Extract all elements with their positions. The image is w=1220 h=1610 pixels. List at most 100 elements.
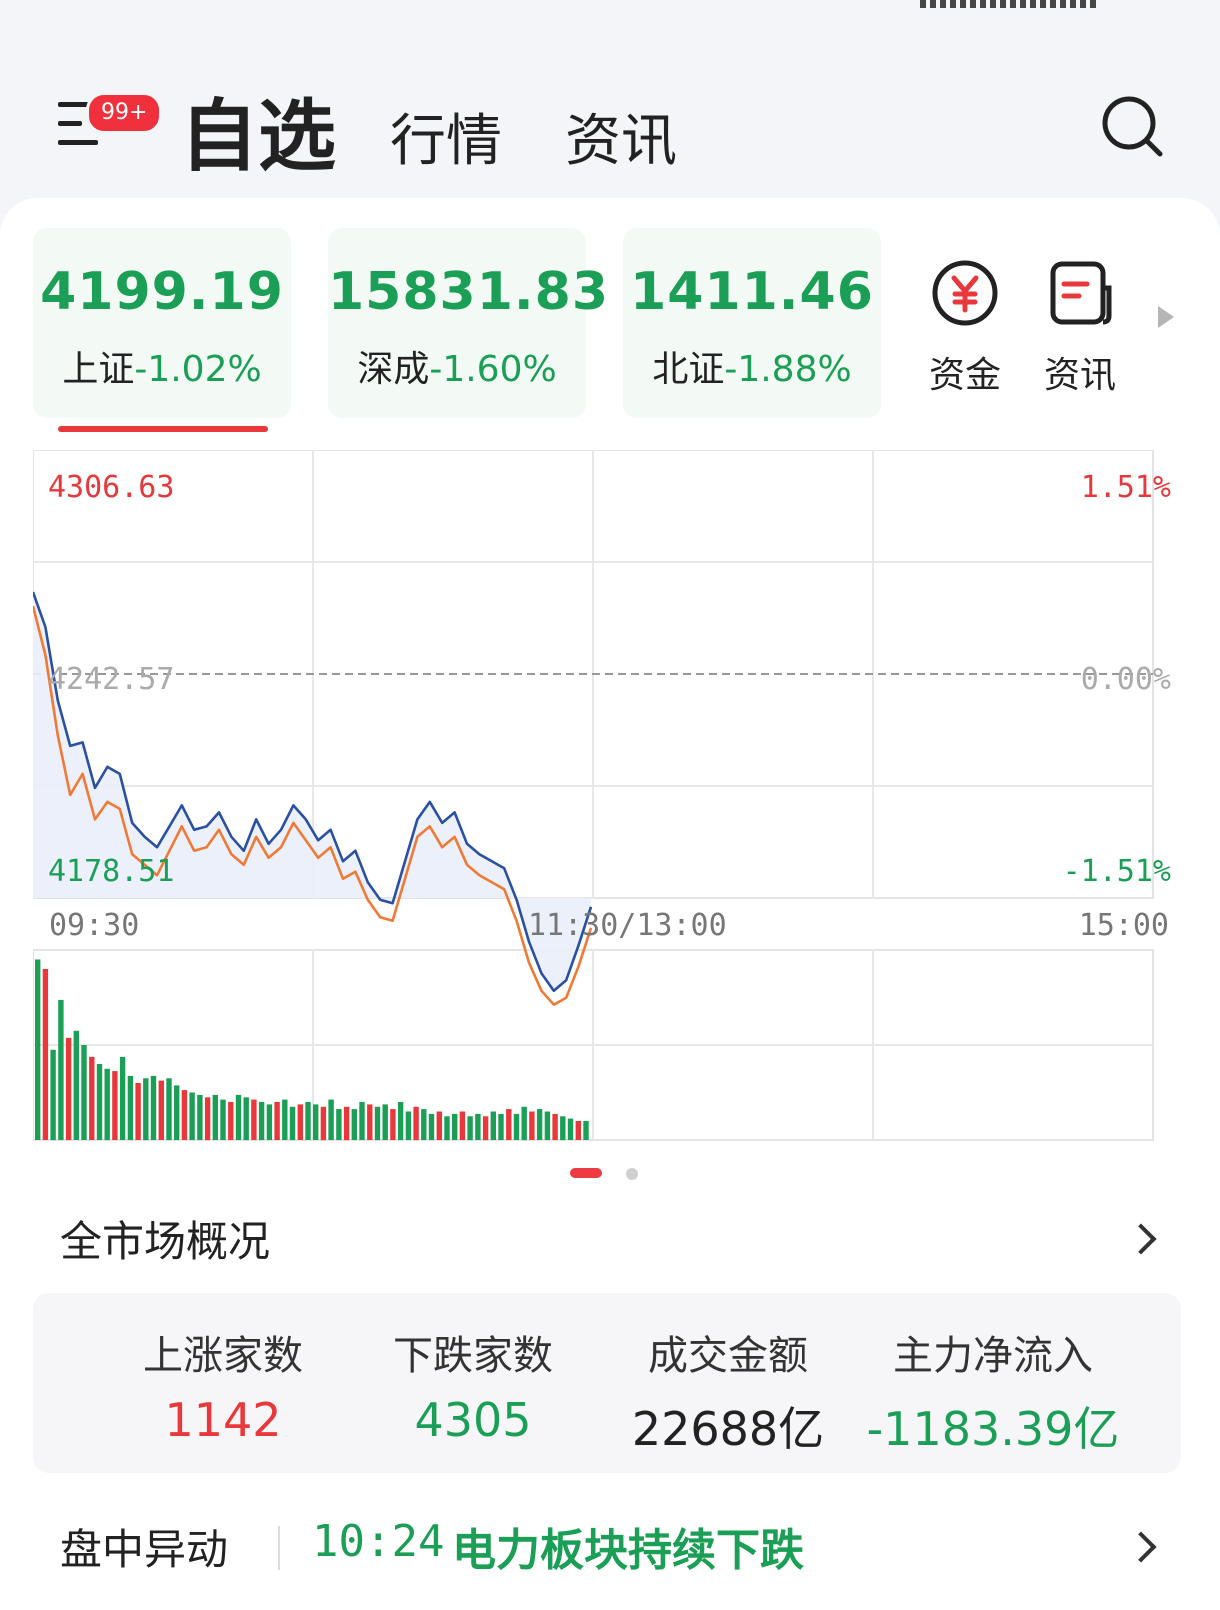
volume-bar — [521, 1106, 527, 1141]
chevron-right-icon[interactable] — [1125, 1223, 1157, 1255]
main-card: 4199.19 上证-1.02% 15831.83 深成-1.60% 1411.… — [0, 198, 1220, 1610]
volume-bar — [104, 1068, 110, 1141]
volume-bar — [529, 1111, 535, 1140]
volume-bar — [475, 1113, 481, 1140]
volume-bar — [127, 1075, 134, 1140]
volume-bar — [382, 1104, 388, 1140]
search-icon[interactable] — [1100, 94, 1164, 158]
pct-low-label: -1.51% — [1062, 854, 1171, 889]
alert-time: 10:24 — [312, 1516, 445, 1567]
volume-bar — [50, 1049, 56, 1141]
index-change: -1.02% — [134, 349, 262, 390]
volume-bar — [158, 1080, 164, 1140]
funds-button[interactable]: 资金 — [915, 258, 1015, 398]
yuan-coin-icon — [932, 260, 998, 326]
volume-bar — [343, 1106, 350, 1141]
index-name: 北证 — [652, 349, 725, 390]
volume-bar — [506, 1109, 512, 1140]
volume-bar — [166, 1078, 172, 1141]
tab-market[interactable]: 行情 — [390, 96, 502, 177]
volume-bar — [243, 1097, 249, 1141]
volume-bar — [583, 1121, 589, 1140]
alert-heading: 盘中异动 — [60, 1525, 229, 1574]
page-dot[interactable] — [626, 1168, 638, 1180]
intraday-alert-row[interactable]: 盘中异动 10:24 电力板块持续下跌 — [0, 1508, 1220, 1588]
volume-bar — [289, 1106, 296, 1141]
signal-icons — [920, 0, 1100, 8]
volume-bar — [212, 1094, 218, 1140]
tab-news[interactable]: 资讯 — [565, 96, 677, 177]
stat-value: -1183.39亿 — [866, 1402, 1120, 1456]
funds-label: 资金 — [928, 355, 1001, 396]
tab-watchlist[interactable]: 自选 — [180, 74, 336, 186]
stat-value: 4305 — [414, 1393, 532, 1447]
volume-bar — [181, 1090, 188, 1140]
pct-high-label: 1.51% — [1080, 470, 1171, 505]
market-overview-panel[interactable]: 上涨家数 1142 下跌家数 4305 成交金额 22688亿 主力净流入 -1… — [33, 1293, 1181, 1473]
volume-bar — [498, 1113, 504, 1140]
overview-title[interactable]: 全市场概况 — [60, 1208, 270, 1269]
volume-bar — [42, 969, 49, 1140]
stat-net-inflow: 主力净流入 -1183.39亿 — [843, 1323, 1143, 1459]
index-card-sh[interactable]: 4199.19 上证-1.02% — [33, 228, 291, 418]
news-shortcut-button[interactable]: 资讯 — [1030, 258, 1130, 398]
volume-bar — [58, 999, 64, 1140]
volume-bar — [490, 1111, 496, 1140]
volume-bar — [204, 1097, 211, 1141]
volume-bar — [297, 1104, 303, 1140]
alert-text: 电力板块持续下跌 — [452, 1525, 804, 1576]
price-high-label: 4306.63 — [48, 470, 175, 505]
volume-bar — [266, 1104, 273, 1140]
index-change: -1.60% — [429, 349, 557, 390]
volume-bar — [150, 1075, 157, 1140]
volume-bar — [374, 1106, 381, 1141]
notification-badge: 99+ — [86, 92, 163, 134]
index-change: -1.88% — [724, 349, 852, 390]
index-card-bj[interactable]: 1411.46 北证-1.88% — [623, 228, 881, 418]
price-low-label: 4178.51 — [48, 854, 175, 889]
stat-label: 主力净流入 — [893, 1333, 1093, 1379]
stat-label: 下跌家数 — [393, 1333, 553, 1379]
volume-bar — [251, 1099, 257, 1140]
index-value: 15831.83 — [328, 262, 610, 322]
scroll-right-icon[interactable] — [1158, 306, 1174, 328]
volume-bar — [513, 1113, 520, 1140]
price-mid-label: 4242.57 — [48, 662, 175, 697]
stat-value: 1142 — [164, 1393, 282, 1447]
intraday-chart[interactable]: 4306.63 4242.57 4178.51 1.51% 0.00% -1.5… — [31, 449, 1187, 1150]
volume-bar — [143, 1078, 149, 1141]
index-card-sz[interactable]: 15831.83 深成-1.60% — [328, 228, 610, 418]
divider — [278, 1526, 280, 1570]
volume-bar — [81, 1045, 87, 1140]
volume-bar — [482, 1116, 489, 1141]
volume-bar — [282, 1099, 288, 1140]
menu-button[interactable]: 99+ — [58, 92, 163, 152]
volume-bar — [436, 1111, 442, 1140]
volume-bar — [467, 1116, 473, 1141]
news-doc-icon — [1050, 261, 1112, 325]
time-start-label: 09:30 — [49, 908, 140, 943]
stat-decliners: 下跌家数 4305 — [368, 1323, 578, 1447]
volume-bar — [413, 1106, 419, 1141]
volume-bar — [367, 1104, 373, 1140]
page-indicator — [0, 1168, 1220, 1180]
volume-bar — [351, 1109, 357, 1140]
active-index-indicator — [58, 426, 268, 432]
volume-bar — [444, 1116, 450, 1141]
page-dot-active[interactable] — [570, 1168, 602, 1178]
status-bar — [0, 0, 1220, 14]
volume-bar — [220, 1099, 226, 1140]
volume-bar — [73, 1030, 79, 1140]
chevron-right-icon[interactable] — [1125, 1531, 1157, 1563]
volume-bar — [174, 1085, 180, 1140]
volume-bar — [258, 1102, 265, 1140]
volume-bar — [567, 1118, 574, 1140]
volume-bar — [112, 1071, 118, 1140]
intraday-chart-svg — [31, 449, 1154, 1141]
volume-bar — [560, 1116, 566, 1141]
time-end-label: 15:00 — [1078, 908, 1169, 943]
volume-bar — [197, 1094, 203, 1140]
index-name: 上证 — [62, 349, 135, 390]
volume-bar — [544, 1111, 551, 1140]
volume-bar — [320, 1106, 327, 1141]
